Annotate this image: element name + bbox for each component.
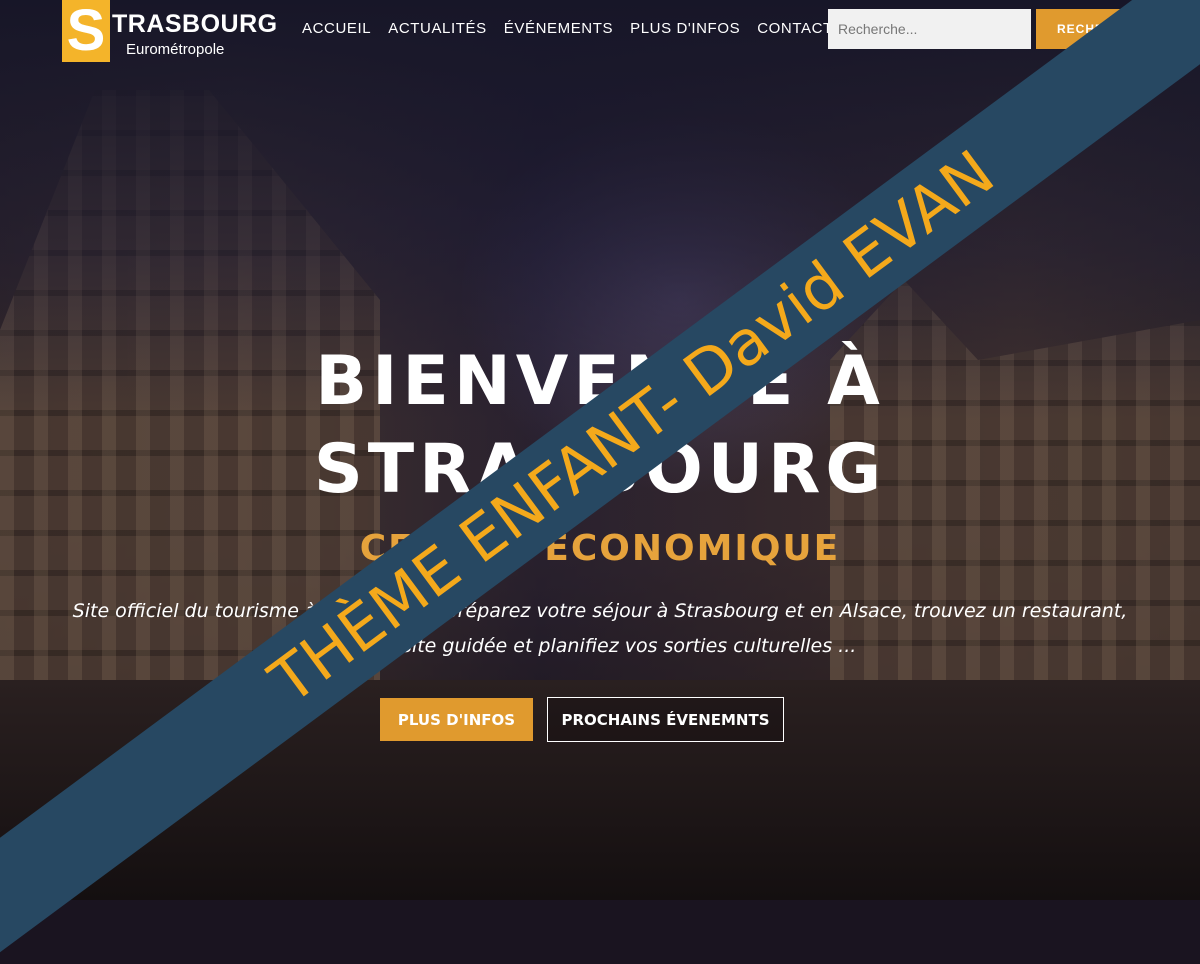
nav-accueil[interactable]: ACCUEIL (302, 20, 371, 37)
logo-mark[interactable]: S (62, 0, 110, 62)
more-info-button[interactable]: PLUS D'INFOS (380, 698, 533, 741)
nav-evenements[interactable]: ÉVÉNEMENTS (504, 20, 613, 37)
hero-subtitle: CENTRE ECONOMIQUE (359, 528, 841, 569)
logo-subtitle: Eurométropole (126, 41, 225, 58)
nav-actualites[interactable]: ACTUALITÉS (388, 20, 487, 37)
site-header: S TRASBOURG Eurométropole ACCUEIL ACTUAL… (0, 0, 1200, 64)
logo-name[interactable]: TRASBOURG (112, 10, 278, 39)
nav-contact[interactable]: CONTACT (757, 20, 833, 37)
main-nav: ACCUEIL ACTUALITÉS ÉVÉNEMENTS PLUS D'INF… (302, 20, 833, 37)
hero-description: Site officiel du tourisme à Strasbourg :… (72, 600, 1128, 657)
upcoming-events-button[interactable]: PROCHAINS ÉVENEMNTS (547, 697, 784, 742)
nav-plus-infos[interactable]: PLUS D'INFOS (630, 20, 740, 37)
search-input[interactable] (828, 9, 1031, 49)
